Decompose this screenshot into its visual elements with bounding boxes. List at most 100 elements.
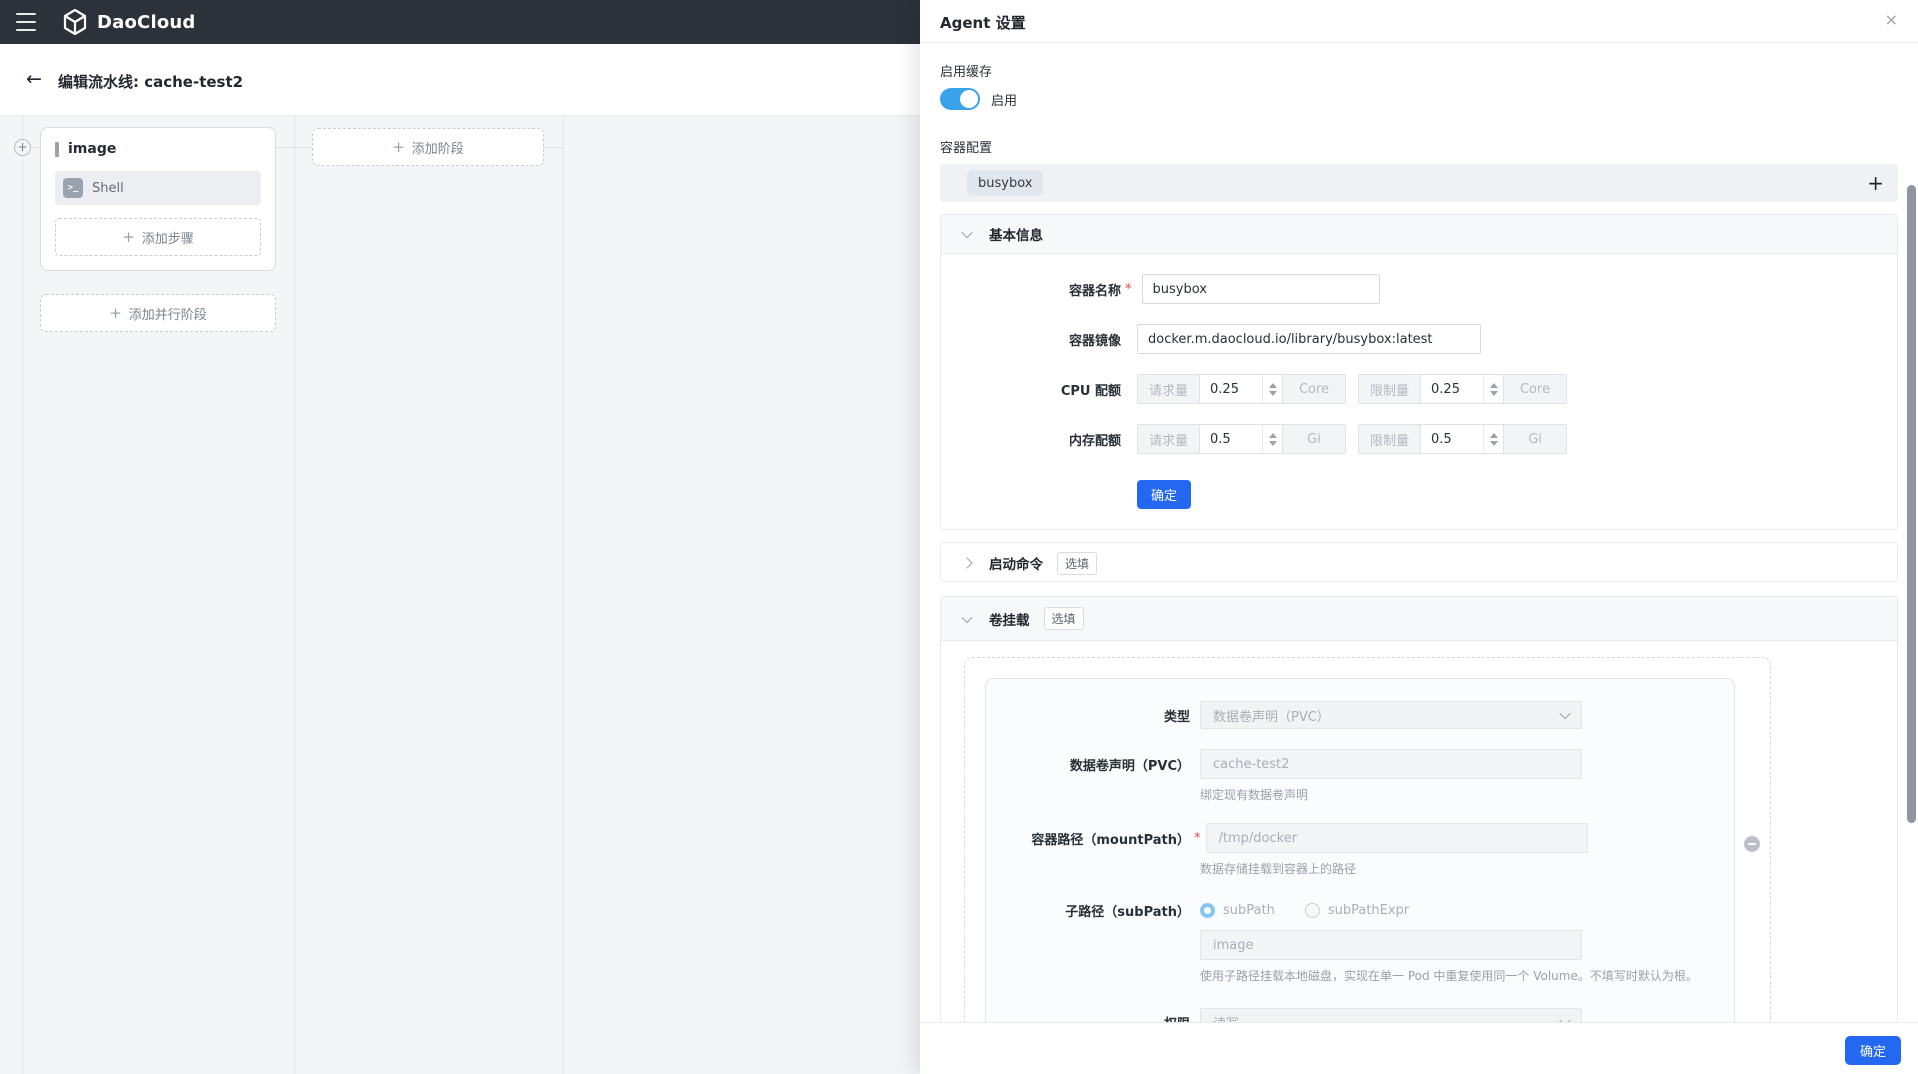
spinner-down-icon[interactable] xyxy=(1269,441,1277,446)
permission-row: 权限 读写 xyxy=(986,1008,1734,1022)
spinner-up-icon[interactable] xyxy=(1269,433,1277,438)
basic-info-title: 基本信息 xyxy=(989,224,1043,244)
brand-name: DaoCloud xyxy=(97,12,196,33)
container-name-row: 容器名称 * xyxy=(941,274,1897,304)
volume-mount-body: 类型 数据卷声明（PVC） 数据卷声明（PVC） 绑定现有数据卷声明 xyxy=(941,641,1897,1022)
memory-request-addon: 请求量 xyxy=(1137,424,1200,454)
spinner-up-icon[interactable] xyxy=(1490,433,1498,438)
mount-path-hint: 数据存储挂载到容器上的路径 xyxy=(1200,860,1734,877)
page-title: 编辑流水线: cache-test2 xyxy=(58,71,243,92)
add-stage-label: 添加阶段 xyxy=(412,138,464,157)
canvas-column-divider xyxy=(563,116,564,1074)
memory-unit-addon: Gi xyxy=(1503,424,1567,454)
volume-item-card: 类型 数据卷声明（PVC） 数据卷声明（PVC） 绑定现有数据卷声明 xyxy=(985,678,1735,1022)
spinner-up-icon[interactable] xyxy=(1269,383,1277,388)
toggle-knob xyxy=(960,90,978,108)
sub-path-hint: 使用子路径挂载本地磁盘，实现在单一 Pod 中重复使用同一个 Volume。不填… xyxy=(1200,967,1734,984)
stage-card[interactable]: image >_ Shell + 添加步骤 xyxy=(40,127,276,271)
mount-path-input xyxy=(1206,823,1588,853)
add-step-label: 添加步骤 xyxy=(142,228,194,247)
required-asterisk: * xyxy=(1125,282,1132,297)
volume-type-row: 类型 数据卷声明（PVC） xyxy=(986,701,1734,729)
add-stage-button[interactable]: + 添加阶段 xyxy=(312,128,544,166)
pvc-hint: 绑定现有数据卷声明 xyxy=(1200,786,1734,803)
memory-limit-addon: 限制量 xyxy=(1358,424,1421,454)
volume-mount-header[interactable]: 卷挂载 选填 xyxy=(941,597,1897,641)
insert-stage-plus-icon[interactable]: + xyxy=(14,139,31,156)
stage-marker-bar xyxy=(55,142,59,157)
container-config-label: 容器配置 xyxy=(940,137,1898,156)
optional-badge: 选填 xyxy=(1044,607,1084,630)
memory-quota-row: 内存配额 请求量 0.5 Gi 限制量 0.5 xyxy=(941,424,1897,454)
pvc-label: 数据卷声明（PVC） xyxy=(986,755,1190,774)
basic-info-header[interactable]: 基本信息 xyxy=(941,215,1897,254)
radio-selected-icon xyxy=(1200,903,1215,918)
chevron-down-icon xyxy=(1559,1015,1570,1022)
drawer-body: 启用缓存 启用 容器配置 busybox + 基本信息 容器名称 xyxy=(920,43,1918,1022)
pvc-input xyxy=(1200,749,1582,779)
spinner-down-icon[interactable] xyxy=(1490,391,1498,396)
plus-icon: + xyxy=(392,138,405,156)
cpu-quota-row: CPU 配额 请求量 0.25 Core 限制量 xyxy=(941,374,1897,404)
container-name-input[interactable] xyxy=(1142,274,1380,304)
container-image-input[interactable] xyxy=(1137,324,1481,354)
memory-request-group: 请求量 0.5 Gi xyxy=(1137,424,1346,454)
number-spinner[interactable] xyxy=(1483,375,1503,403)
close-icon[interactable]: × xyxy=(1885,10,1898,29)
volume-mount-section: 卷挂载 选填 类型 数据卷声明（PVC） xyxy=(940,596,1898,1022)
cpu-limit-input[interactable]: 0.25 xyxy=(1421,374,1503,404)
chevron-down-icon xyxy=(1559,708,1570,719)
drawer-title: Agent 设置 xyxy=(940,12,1026,33)
sub-path-row: 子路径（subPath） subPath subPathExpr xyxy=(986,901,1734,920)
required-asterisk: * xyxy=(1194,831,1201,846)
drawer-footer: 确定 xyxy=(920,1022,1918,1074)
spinner-down-icon[interactable] xyxy=(1269,391,1277,396)
enable-cache-state-label: 启用 xyxy=(991,90,1017,109)
plus-icon: + xyxy=(122,228,135,246)
shell-terminal-icon: >_ xyxy=(63,178,83,198)
memory-limit-group: 限制量 0.5 Gi xyxy=(1358,424,1567,454)
stage-title: image xyxy=(68,141,116,157)
memory-request-input[interactable]: 0.5 xyxy=(1200,424,1282,454)
container-image-row: 容器镜像 xyxy=(941,324,1897,354)
volume-type-select: 数据卷声明（PVC） xyxy=(1200,701,1582,729)
daocloud-cube-icon xyxy=(62,9,88,35)
scrollbar-thumb[interactable] xyxy=(1907,185,1916,823)
enable-cache-toggle[interactable] xyxy=(940,88,980,110)
brand-logo[interactable]: DaoCloud xyxy=(62,0,196,44)
sub-path-label: 子路径（subPath） xyxy=(986,901,1190,920)
memory-limit-input[interactable]: 0.5 xyxy=(1421,424,1503,454)
add-container-icon[interactable]: + xyxy=(1867,173,1884,193)
radio-option-subpath[interactable]: subPath xyxy=(1200,903,1275,918)
radio-unselected-icon xyxy=(1305,903,1320,918)
remove-volume-icon[interactable] xyxy=(1744,836,1760,852)
cpu-request-input[interactable]: 0.25 xyxy=(1200,374,1282,404)
spinner-up-icon[interactable] xyxy=(1490,383,1498,388)
memory-quota-label: 内存配额 xyxy=(941,430,1121,449)
pipeline-canvas: + image >_ Shell + 添加步骤 + 添加并行阶段 + 添加阶段 xyxy=(0,116,920,1074)
number-spinner[interactable] xyxy=(1483,425,1503,453)
cpu-request-addon: 请求量 xyxy=(1137,374,1200,404)
radio-option-subpathexpr[interactable]: subPathExpr xyxy=(1305,903,1409,918)
canvas-column-divider xyxy=(22,116,23,1074)
basic-info-confirm-button[interactable]: 确定 xyxy=(1137,480,1191,509)
add-step-button[interactable]: + 添加步骤 xyxy=(55,218,261,256)
step-item-shell[interactable]: >_ Shell xyxy=(55,171,261,205)
basic-info-body: 容器名称 * 容器镜像 CPU 配额 请求量 0.25 xyxy=(941,254,1897,529)
page-header: ← 编辑流水线: cache-test2 xyxy=(0,44,920,116)
chevron-down-icon xyxy=(961,611,972,622)
start-command-title: 启动命令 xyxy=(989,553,1043,573)
drawer-confirm-button[interactable]: 确定 xyxy=(1845,1036,1901,1065)
mount-path-label: 容器路径（mountPath） xyxy=(986,829,1190,848)
sub-path-radio-group: subPath subPathExpr xyxy=(1200,903,1409,918)
hamburger-menu-icon[interactable] xyxy=(16,13,36,31)
container-tab-busybox[interactable]: busybox xyxy=(967,170,1043,196)
start-command-header[interactable]: 启动命令 选填 xyxy=(941,543,1897,583)
back-arrow-icon[interactable]: ← xyxy=(26,68,42,90)
spinner-down-icon[interactable] xyxy=(1490,441,1498,446)
add-parallel-stage-button[interactable]: + 添加并行阶段 xyxy=(40,294,276,332)
number-spinner[interactable] xyxy=(1262,375,1282,403)
number-spinner[interactable] xyxy=(1262,425,1282,453)
basic-info-section: 基本信息 容器名称 * 容器镜像 CPU 配额 请 xyxy=(940,214,1898,530)
cpu-limit-addon: 限制量 xyxy=(1358,374,1421,404)
